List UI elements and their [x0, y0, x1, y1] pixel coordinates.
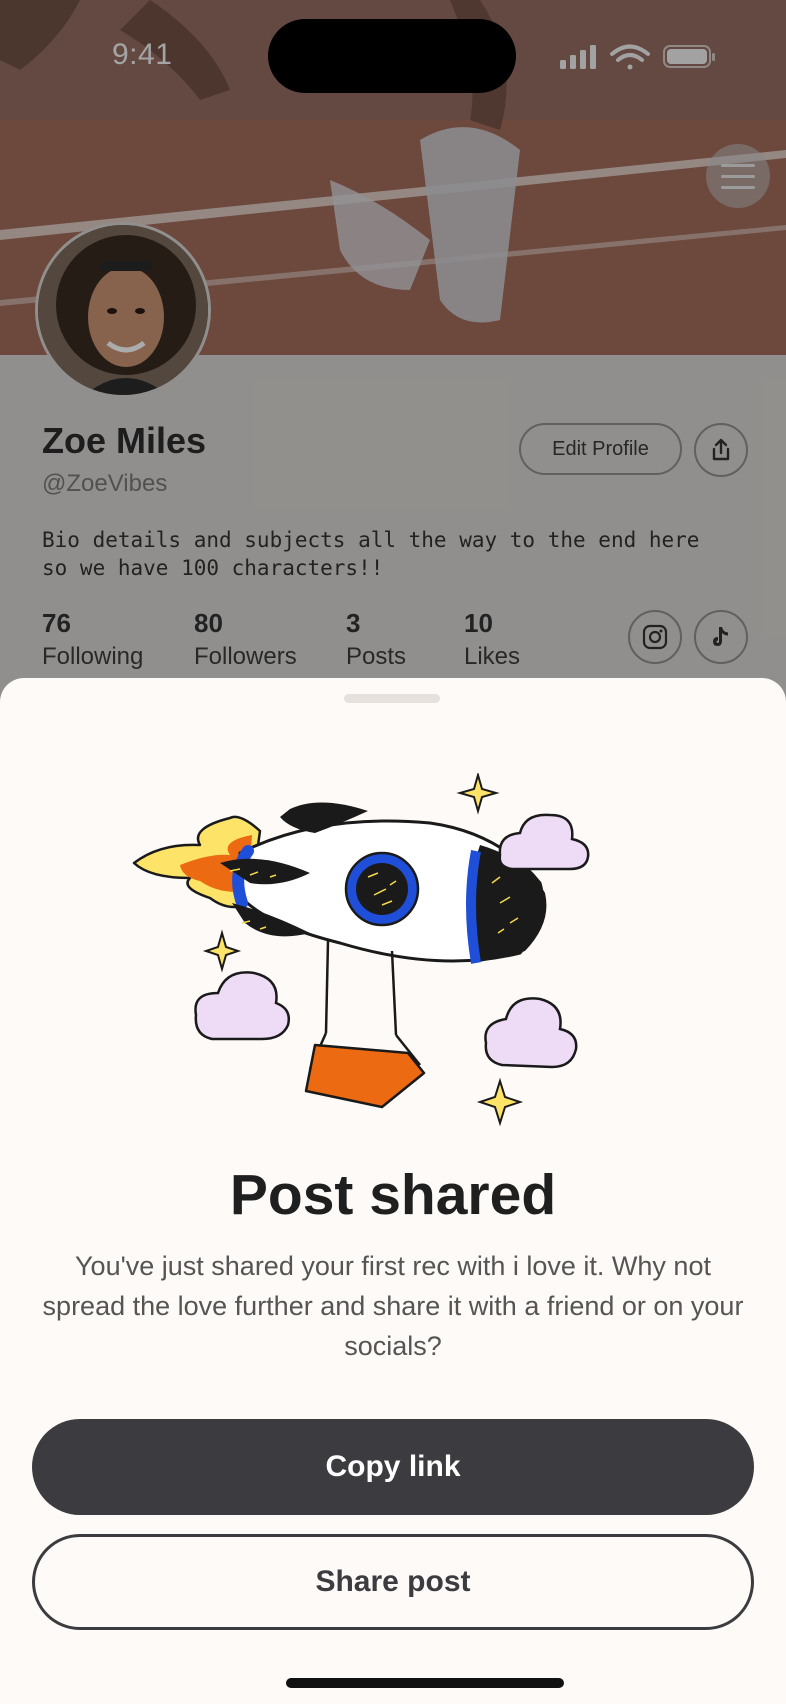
home-indicator [286, 1678, 564, 1688]
sheet-title: Post shared [229, 1163, 557, 1227]
screen: 9:41 Zoe Miles @ZoeVibes Edit Profile Bi… [0, 0, 786, 1704]
sheet-grabber[interactable] [344, 694, 440, 703]
share-post-button[interactable]: Share post [32, 1534, 754, 1630]
rocket-illustration [132, 773, 590, 1127]
post-shared-sheet: Post shared You've just shared your firs… [0, 678, 786, 1704]
sheet-description: You've just shared your first rec with i… [42, 1251, 744, 1361]
copy-link-button[interactable]: Copy link [32, 1419, 754, 1515]
